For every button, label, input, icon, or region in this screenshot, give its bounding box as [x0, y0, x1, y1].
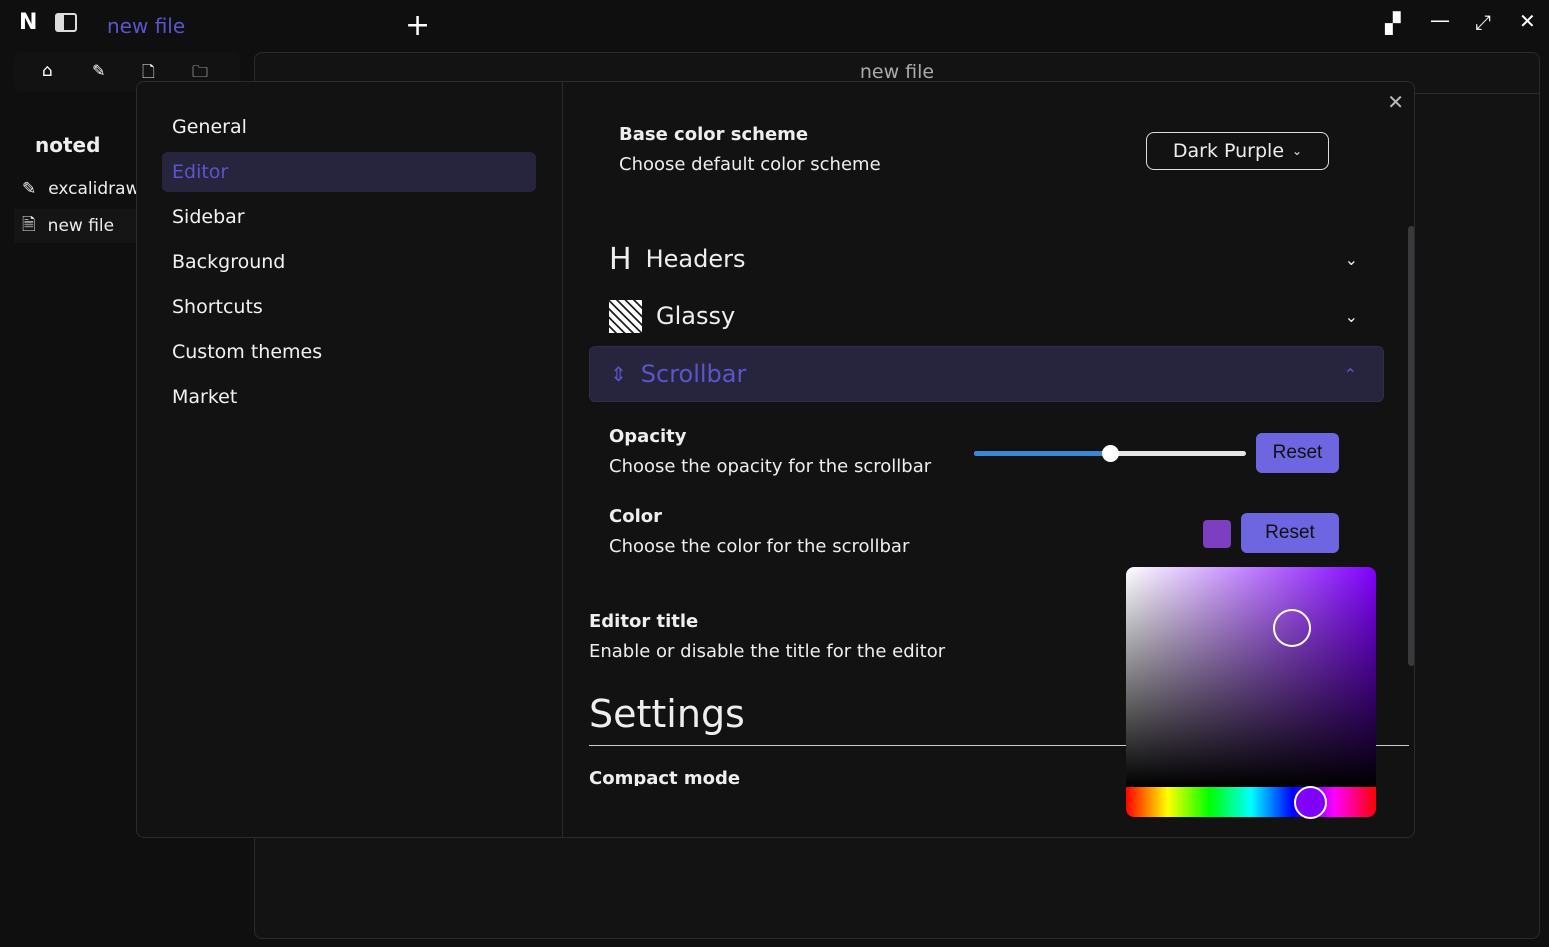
picker-pointer[interactable] — [1273, 609, 1311, 647]
setting-title: Compact mode — [589, 768, 741, 786]
chevron-down-icon: ⌄ — [1292, 144, 1303, 158]
setting-desc: Choose default color scheme — [619, 154, 881, 175]
home-icon[interactable]: ⌂ — [42, 61, 53, 81]
color-swatch[interactable] — [1203, 520, 1231, 548]
setting-desc: Enable or disable the title for the edit… — [589, 641, 946, 662]
noted-logo-icon: N — [19, 10, 38, 35]
nav-sidebar[interactable]: Sidebar — [162, 197, 536, 237]
setting-title: Editor title — [589, 611, 699, 632]
nav-shortcuts[interactable]: Shortcuts — [162, 287, 536, 327]
scrollbar[interactable] — [1408, 226, 1414, 666]
setting-desc: Choose the opacity for the scrollbar — [609, 456, 932, 477]
editor-title: new file — [859, 61, 935, 83]
slider-fill — [974, 451, 1110, 456]
workspace-title: noted — [35, 133, 101, 157]
sidebar-toggle-icon[interactable] — [55, 13, 77, 32]
chevron-up-icon: ⌃ — [1343, 364, 1357, 384]
tab-title[interactable]: new file — [107, 14, 185, 38]
setting-title: Base color scheme — [619, 124, 809, 145]
excalidraw-icon[interactable]: ✎ — [92, 61, 105, 80]
excalidraw-icon: ✎ — [22, 179, 37, 199]
slider-thumb[interactable] — [1102, 445, 1119, 462]
scroll-icon: ⇕ — [610, 362, 627, 386]
minimize-icon[interactable]: — — [1430, 8, 1450, 32]
accordion-scrollbar[interactable]: ⇕ Scrollbar ⌃ — [589, 346, 1384, 402]
color-scheme-dropdown[interactable]: Dark Purple ⌄ — [1146, 132, 1329, 170]
maximize-icon[interactable]: ⤢ — [1475, 10, 1491, 34]
accordion-glassy[interactable]: Glassy ⌄ — [589, 288, 1384, 344]
hue-thumb[interactable] — [1294, 786, 1327, 819]
glass-icon — [609, 299, 642, 333]
nav-editor[interactable]: Editor — [162, 152, 536, 192]
settings-modal: General Editor Sidebar Background Shortc… — [136, 81, 1415, 838]
settings-nav: General Editor Sidebar Background Shortc… — [137, 82, 563, 837]
nav-background[interactable]: Background — [162, 242, 536, 282]
color-picker-hue[interactable] — [1126, 786, 1376, 819]
layout-icon[interactable]: ▞ — [1385, 11, 1400, 35]
section-heading: Settings — [589, 692, 745, 736]
accordion-headers[interactable]: H Headers ⌄ — [589, 231, 1384, 287]
settings-content: ✕ Base color scheme Choose default color… — [564, 82, 1414, 837]
chevron-down-icon: ⌄ — [1344, 249, 1358, 269]
opacity-slider[interactable] — [974, 445, 1246, 462]
close-modal-icon[interactable]: ✕ — [1387, 90, 1404, 114]
close-icon[interactable]: ✕ — [1519, 9, 1536, 33]
chevron-down-icon: ⌄ — [1344, 306, 1358, 326]
opacity-reset-button[interactable]: Reset — [1256, 433, 1339, 473]
color-picker-saturation[interactable] — [1126, 567, 1376, 787]
title-bar: N new file + ▞ — ⤢ ✕ — [0, 0, 1549, 50]
nav-market[interactable]: Market — [162, 377, 536, 417]
plus-icon[interactable]: + — [405, 8, 430, 43]
heading-icon: H — [609, 241, 632, 277]
setting-desc: Choose the color for the scrollbar — [609, 536, 910, 557]
setting-title: Color — [609, 506, 662, 527]
setting-title: Opacity — [609, 426, 687, 447]
nav-custom-themes[interactable]: Custom themes — [162, 332, 536, 372]
file-icon: 🗎 — [22, 214, 36, 235]
color-reset-button[interactable]: Reset — [1241, 513, 1339, 553]
nav-general[interactable]: General — [162, 107, 536, 147]
